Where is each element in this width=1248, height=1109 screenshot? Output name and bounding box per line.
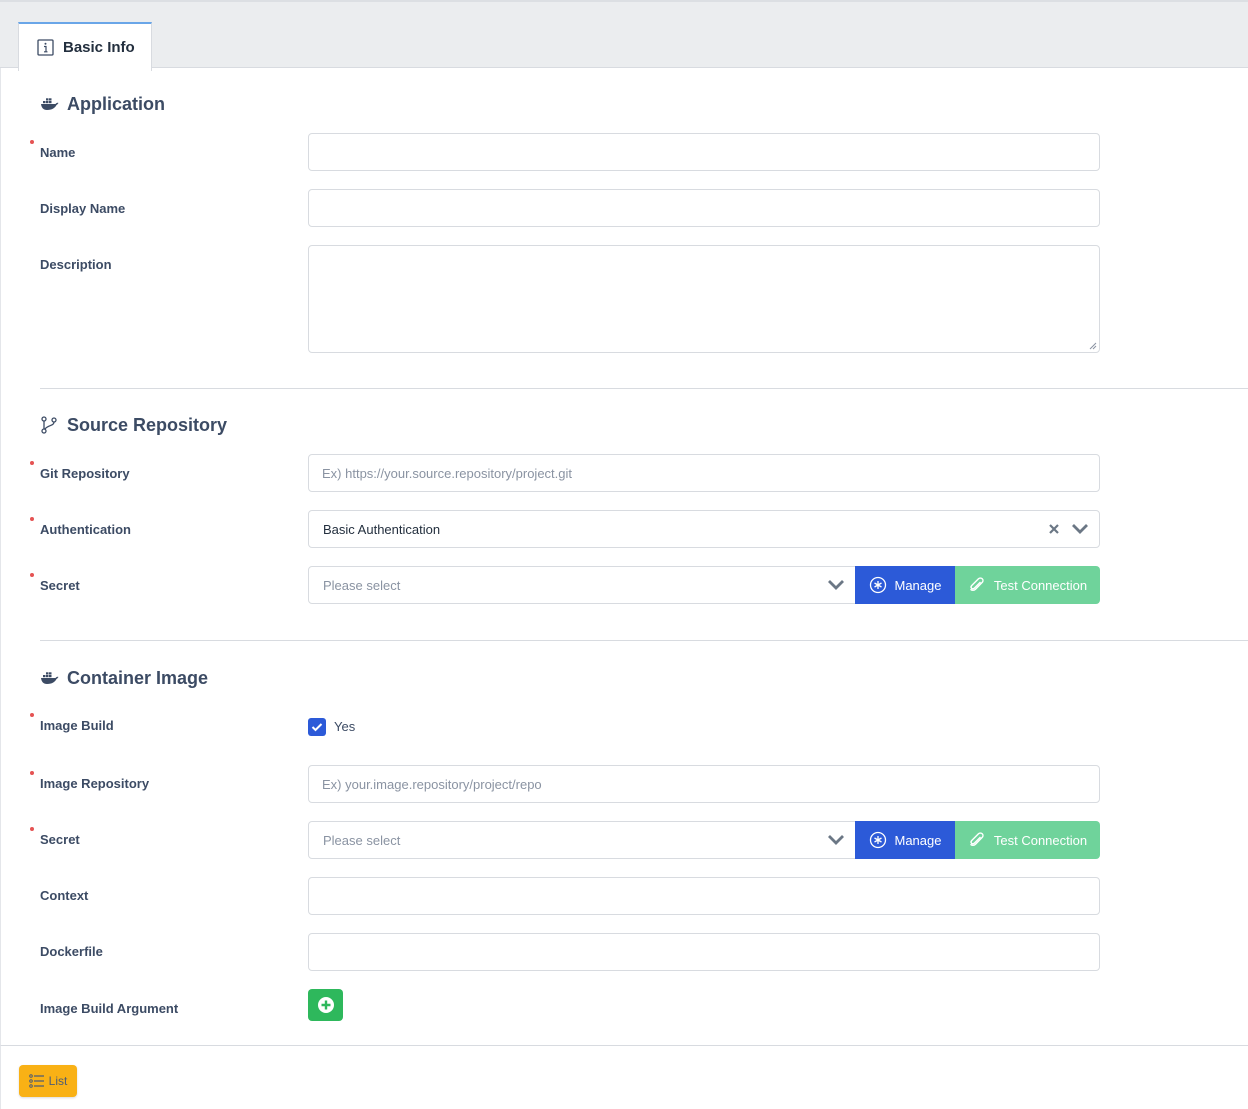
git-branch-icon bbox=[41, 416, 57, 434]
description-label: Description bbox=[40, 257, 112, 272]
test-connection-button[interactable]: Test Connection bbox=[955, 566, 1100, 604]
form-footer: List bbox=[0, 1045, 1248, 1109]
display-name-label: Display Name bbox=[40, 201, 126, 216]
secret-placeholder: Please select bbox=[323, 832, 401, 848]
required-marker bbox=[30, 771, 34, 775]
test-connection-button[interactable]: Test Connection bbox=[955, 821, 1100, 859]
section-title-text: Source Repository bbox=[67, 414, 228, 435]
plus-circle-icon bbox=[317, 997, 334, 1013]
git-repository-input[interactable]: Ex) https://your.source.repository/proje… bbox=[308, 454, 1100, 492]
chevron-down-icon[interactable] bbox=[827, 578, 845, 592]
authentication-selected-value: Basic Authentication bbox=[323, 521, 441, 537]
manage-secret-button[interactable]: Manage bbox=[855, 821, 955, 859]
manage-label: Manage bbox=[894, 832, 942, 848]
info-icon bbox=[37, 39, 54, 56]
image-build-argument-label: Image Build Argument bbox=[40, 1001, 179, 1016]
list-button[interactable]: List bbox=[19, 1065, 77, 1097]
section-divider bbox=[40, 640, 1248, 641]
secret-label: Secret bbox=[40, 832, 80, 847]
name-label: Name bbox=[40, 145, 76, 160]
description-textarea[interactable] bbox=[308, 245, 1100, 353]
tab-label: Basic Info bbox=[63, 39, 135, 56]
asterisk-circle-icon bbox=[869, 831, 886, 849]
authentication-label: Authentication bbox=[40, 522, 131, 537]
add-build-argument-button[interactable] bbox=[308, 989, 343, 1021]
section-source-repository-title: Source Repository bbox=[40, 413, 227, 437]
secret-label: Secret bbox=[40, 578, 80, 593]
image-build-checkbox-label[interactable]: Yes bbox=[334, 719, 355, 734]
clear-icon[interactable] bbox=[1047, 522, 1061, 536]
source-secret-select[interactable]: Please select bbox=[308, 566, 856, 604]
image-repository-input[interactable]: Ex) your.image.repository/project/repo bbox=[308, 765, 1100, 803]
checkmark-icon bbox=[311, 723, 323, 732]
section-divider bbox=[40, 388, 1248, 389]
image-secret-select[interactable]: Please select bbox=[308, 821, 856, 859]
section-container-image-title: Container Image bbox=[40, 666, 208, 690]
image-build-checkbox[interactable] bbox=[308, 718, 326, 736]
list-label: List bbox=[48, 1074, 68, 1088]
image-build-label: Image Build bbox=[40, 718, 114, 733]
chevron-down-icon[interactable] bbox=[1071, 522, 1089, 536]
required-marker bbox=[30, 713, 34, 717]
secret-placeholder: Please select bbox=[323, 577, 401, 593]
context-label: Context bbox=[40, 888, 89, 903]
display-name-input[interactable] bbox=[308, 189, 1100, 227]
required-marker bbox=[30, 517, 34, 521]
paperclip-icon bbox=[969, 832, 984, 847]
git-repository-label: Git Repository bbox=[40, 466, 130, 481]
test-connection-label: Test Connection bbox=[993, 577, 1088, 593]
tab-bar: Basic Info bbox=[0, 0, 1248, 71]
asterisk-circle-icon bbox=[869, 576, 886, 594]
resize-grip-icon[interactable] bbox=[1089, 342, 1097, 350]
required-marker bbox=[30, 827, 34, 831]
name-input[interactable] bbox=[308, 133, 1100, 171]
section-title-text: Application bbox=[67, 93, 165, 114]
paperclip-icon bbox=[969, 577, 984, 592]
chevron-down-icon[interactable] bbox=[827, 833, 845, 847]
test-connection-label: Test Connection bbox=[993, 832, 1088, 848]
list-icon bbox=[28, 1074, 44, 1088]
section-application-title: Application bbox=[40, 92, 165, 116]
docker-icon bbox=[41, 672, 59, 684]
context-input[interactable] bbox=[308, 877, 1100, 915]
docker-icon bbox=[41, 98, 59, 110]
manage-label: Manage bbox=[894, 577, 942, 593]
image-repository-label: Image Repository bbox=[40, 776, 150, 791]
dockerfile-input[interactable] bbox=[308, 933, 1100, 971]
required-marker bbox=[30, 140, 34, 144]
section-title-text: Container Image bbox=[67, 667, 209, 688]
authentication-select[interactable]: Basic Authentication bbox=[308, 510, 1100, 548]
dockerfile-label: Dockerfile bbox=[40, 944, 103, 959]
required-marker bbox=[30, 461, 34, 465]
tab-basic-info[interactable]: Basic Info bbox=[18, 22, 152, 71]
required-marker bbox=[30, 573, 34, 577]
manage-secret-button[interactable]: Manage bbox=[855, 566, 955, 604]
